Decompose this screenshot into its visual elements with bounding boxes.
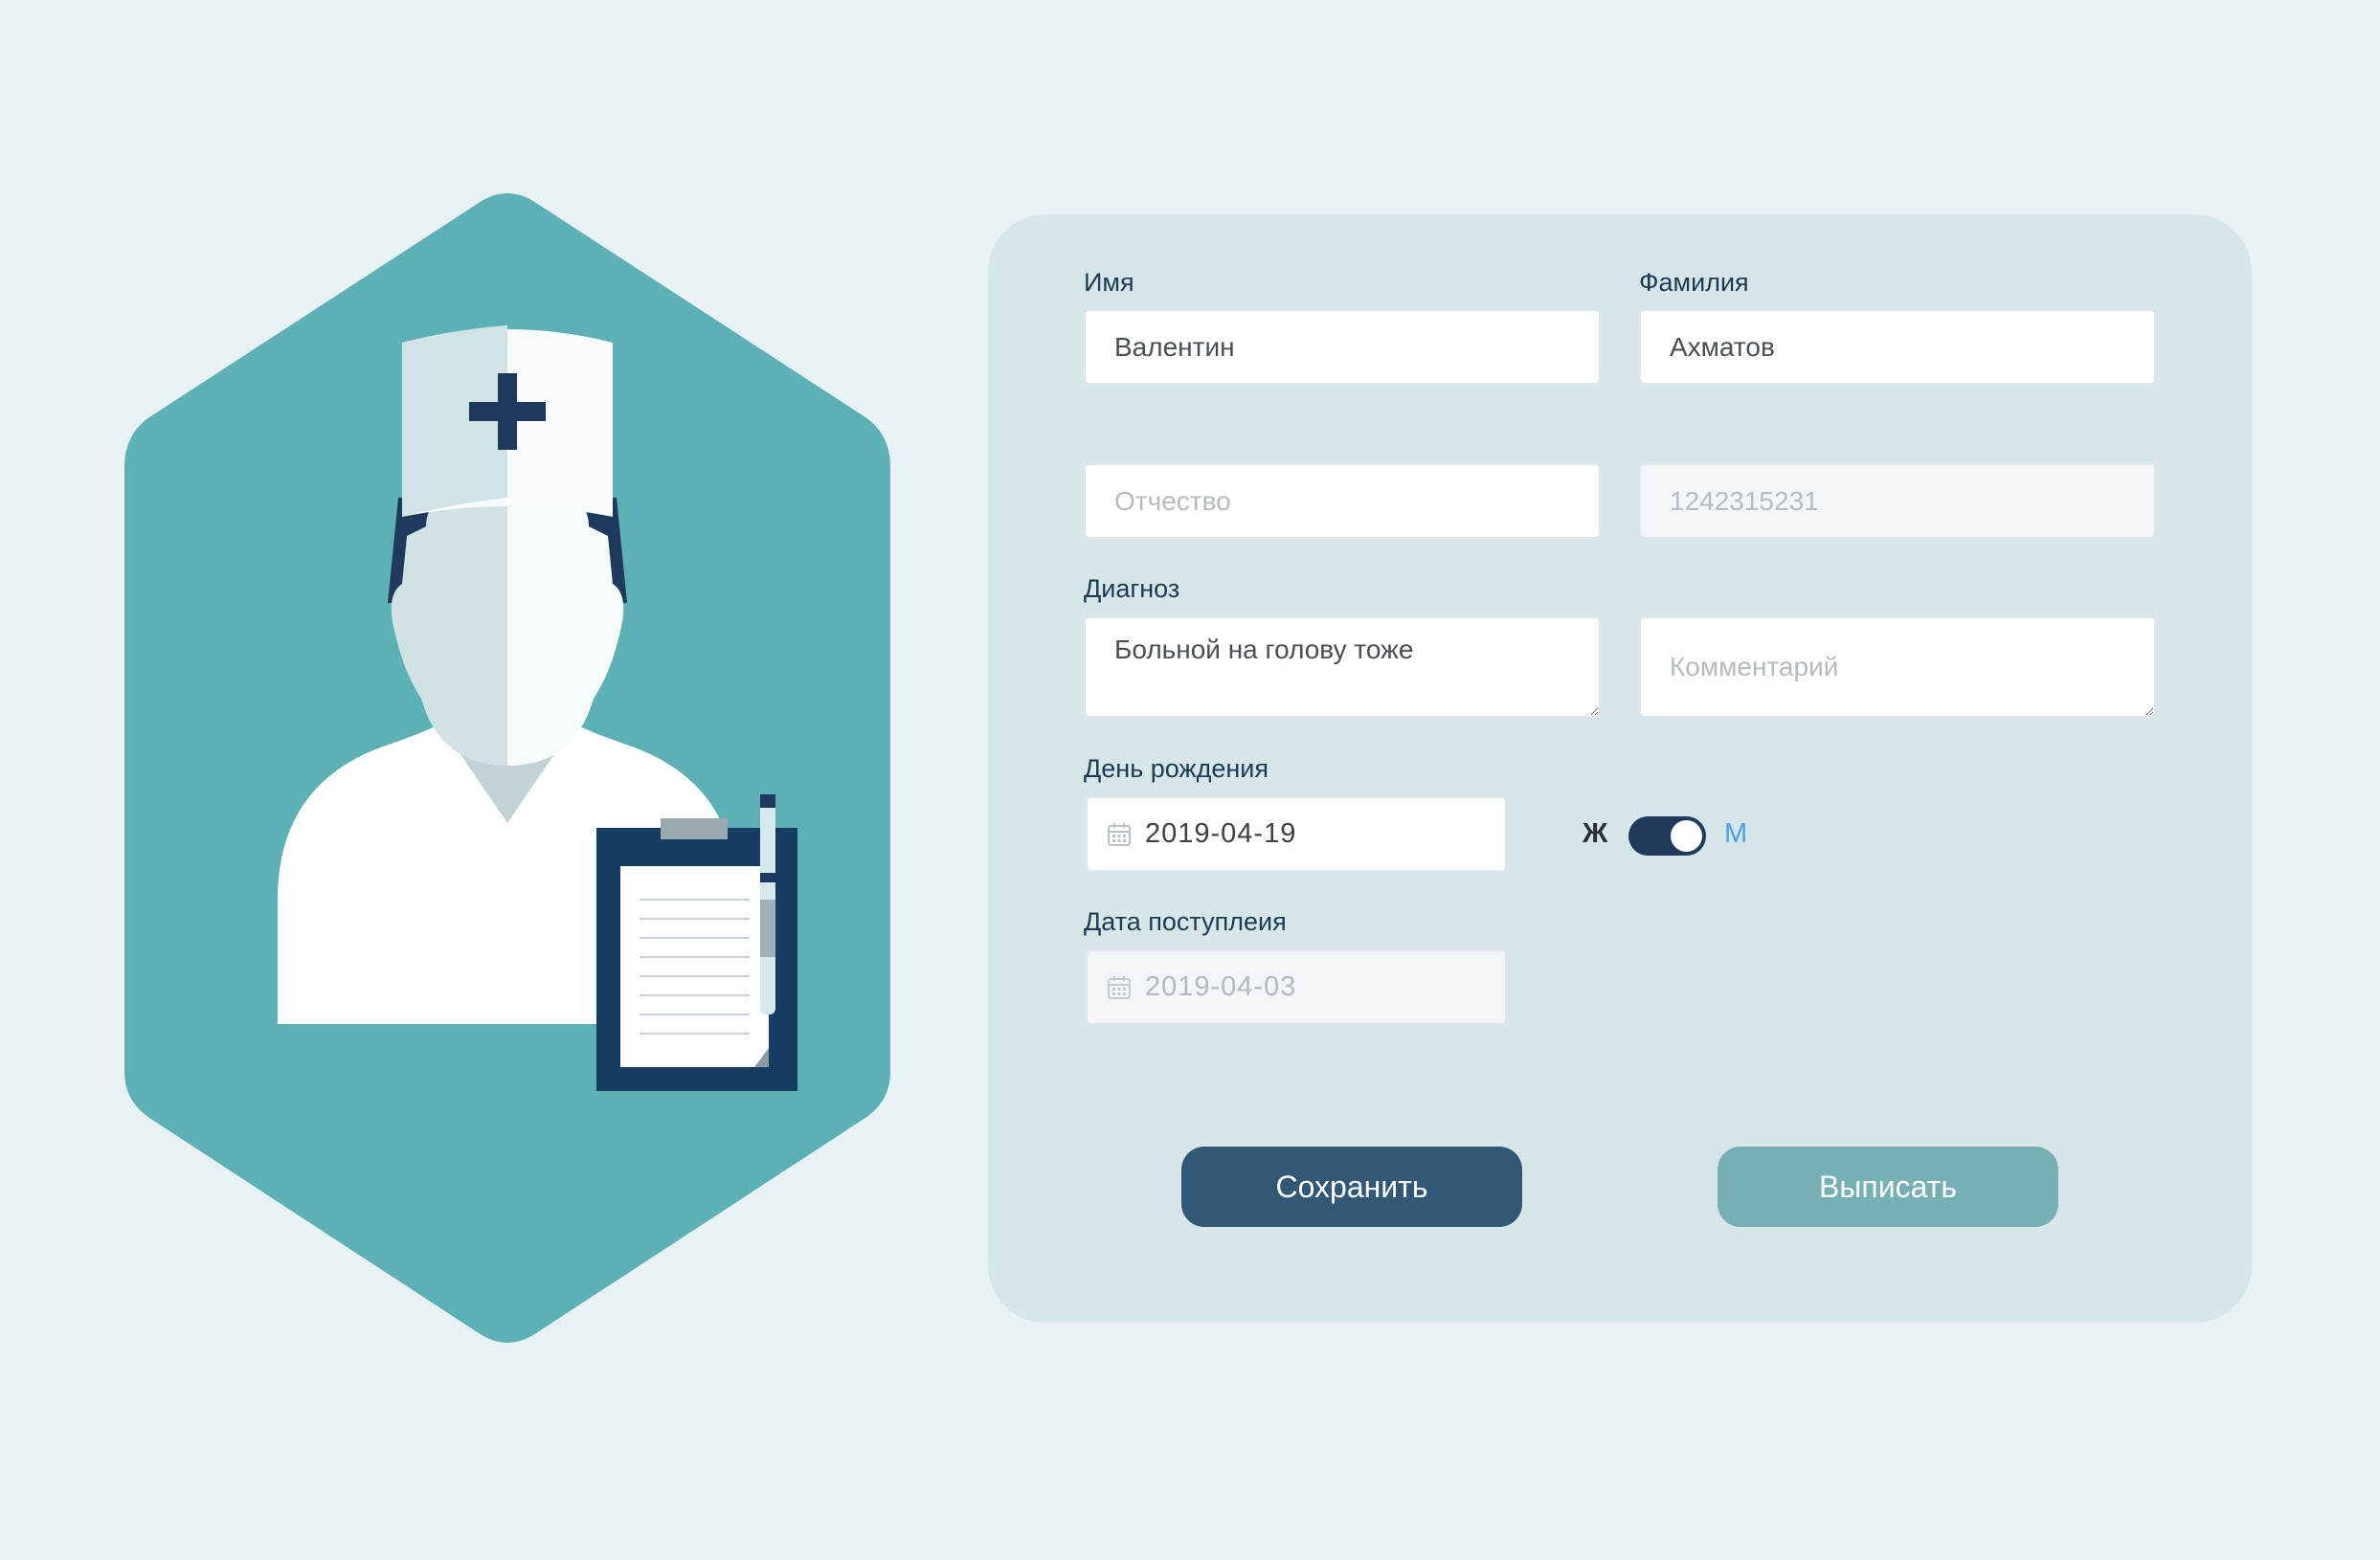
first-name-label: Имя (1084, 268, 1134, 297)
gender-male-label[interactable]: М (1724, 818, 1747, 850)
id-number-input (1639, 463, 2156, 539)
gender-toggle-knob (1671, 820, 1702, 852)
calendar-icon (1108, 975, 1131, 999)
last-name-input[interactable] (1639, 309, 2156, 385)
diagnosis-textarea[interactable]: Больной на голову тоже (1084, 616, 1601, 718)
patient-form-page: Имя Фамилия Диагноз Больной на голову то… (0, 0, 2380, 1560)
doctor-illustration (124, 191, 890, 1345)
admission-date-label: Дата поступлеия (1084, 907, 1287, 936)
discharge-button[interactable]: Выписать (1718, 1147, 2058, 1227)
birthday-value: 2019-04-19 (1145, 818, 1297, 849)
comment-textarea[interactable] (1639, 616, 2156, 718)
first-name-input[interactable] (1084, 309, 1601, 385)
gender-female-label[interactable]: Ж (1583, 818, 1607, 850)
patronymic-input[interactable] (1084, 463, 1601, 539)
birthday-date-picker[interactable]: 2019-04-19 (1086, 796, 1507, 872)
doctor-icon (124, 193, 890, 1343)
gender-toggle[interactable] (1628, 816, 1706, 856)
last-name-label: Фамилия (1639, 268, 1749, 297)
admission-date-picker: 2019-04-03 (1086, 949, 1507, 1025)
save-button[interactable]: Сохранить (1181, 1147, 1522, 1227)
admission-date-value: 2019-04-03 (1145, 971, 1297, 1002)
birthday-label: День рождения (1084, 754, 1269, 783)
calendar-icon (1108, 822, 1131, 846)
diagnosis-label: Диагноз (1084, 574, 1180, 603)
